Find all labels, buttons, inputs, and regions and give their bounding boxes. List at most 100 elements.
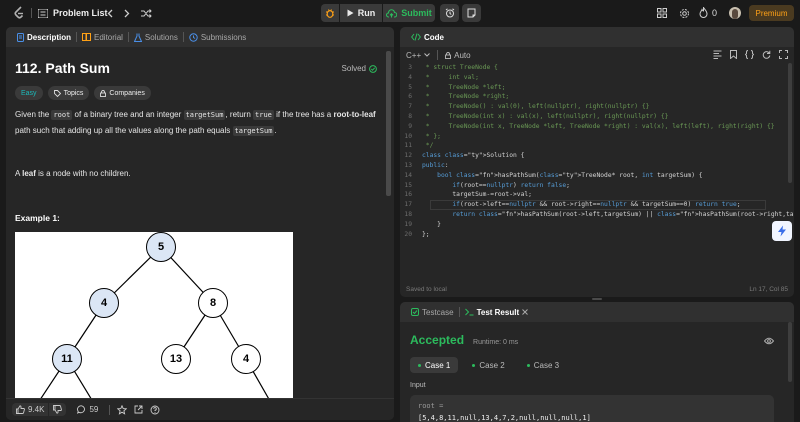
comments-button[interactable]: 59: [73, 403, 102, 416]
tab-solutions[interactable]: Solutions: [129, 33, 183, 42]
result-tabs: Testcase Test Result: [400, 302, 794, 322]
tab-code[interactable]: Code: [406, 33, 449, 42]
problem-title: 112. Path Sum: [15, 60, 110, 76]
example-tree-image: 5 4 8 11 13 4 7 2 1: [15, 232, 293, 398]
terminal-icon: [464, 308, 474, 316]
example-heading: Example 1:: [15, 213, 60, 223]
layout-grid-icon[interactable]: [656, 7, 668, 19]
tree-node: 5: [146, 232, 176, 262]
code-line: 8 * TreeNode(int x) : val(x), left(nullp…: [400, 112, 794, 122]
line-number: 11: [404, 142, 412, 150]
like-count: 9.4K: [28, 405, 45, 414]
code-line: 9 * TreeNode(int x, TreeNode *left, Tree…: [400, 122, 794, 132]
leetcode-logo-icon[interactable]: [12, 6, 26, 20]
note-icon: [467, 8, 476, 18]
share-icon[interactable]: [134, 405, 143, 414]
fullscreen-icon[interactable]: [779, 50, 788, 59]
result-scrollbar[interactable]: [788, 322, 792, 382]
chevron-left-icon[interactable]: [104, 7, 116, 19]
statement-text: path such that adding up all the values …: [15, 126, 233, 135]
case-tab-2[interactable]: Case 2: [464, 357, 512, 373]
format-icon[interactable]: [713, 50, 722, 59]
tab-submissions[interactable]: Submissions: [184, 33, 251, 42]
code-scrollbar[interactable]: [788, 63, 792, 183]
eye-icon[interactable]: [764, 337, 774, 345]
avatar[interactable]: [729, 7, 741, 19]
close-icon[interactable]: [522, 309, 528, 315]
tab-solutions-label: Solutions: [144, 32, 178, 42]
statement-text: if the tree has a: [273, 110, 334, 119]
editor-tools: [713, 50, 788, 59]
tab-description[interactable]: Description: [12, 32, 76, 42]
code-line: 5 * TreeNode *left;: [400, 83, 794, 93]
code-text: */: [422, 142, 434, 150]
pass-dot: [526, 363, 530, 367]
panel-resize-handle[interactable]: [592, 298, 602, 300]
code-brackets-icon: [411, 33, 421, 41]
tab-editorial-label: Editorial: [94, 32, 123, 42]
like-button[interactable]: 9.4K: [12, 403, 49, 416]
description-footer: 9.4K 59: [6, 398, 394, 420]
case-tab-label: Case 1: [425, 360, 451, 370]
chevron-right-icon[interactable]: [121, 7, 133, 19]
code-header: Code: [400, 27, 794, 47]
description-scrollbar[interactable]: [386, 51, 391, 196]
auto-mode-toggle[interactable]: Auto: [445, 51, 471, 60]
problem-statement: Given the root of a binary tree and an i…: [15, 107, 377, 139]
input-var-value: [5,4,8,11,null,13,4,7,2,null,null,null,1…: [418, 414, 591, 422]
inline-code: targetSum: [232, 126, 275, 136]
gear-icon[interactable]: [678, 7, 690, 19]
saved-status: Saved to local: [406, 285, 447, 293]
alarm-clock-icon: [445, 8, 454, 18]
pass-dot: [472, 363, 476, 367]
language-select[interactable]: C++: [406, 51, 430, 60]
problem-list-icon[interactable]: [37, 7, 49, 19]
assistant-fab[interactable]: [772, 221, 792, 241]
input-box: root = [5,4,8,11,null,13,4,7,2,null,null…: [410, 395, 774, 422]
code-editor[interactable]: 3 * struct TreeNode {4 * int val; 5 * Tre…: [400, 63, 794, 271]
shuffle-icon[interactable]: [140, 7, 152, 19]
tab-editorial[interactable]: Editorial: [77, 33, 128, 42]
case-tab-label: Case 2: [479, 360, 505, 370]
run-button[interactable]: Run: [340, 4, 382, 22]
fire-icon: [699, 7, 708, 18]
lock-icon: [100, 89, 107, 97]
case-tab-1[interactable]: Case 1: [410, 357, 459, 373]
notes-button[interactable]: [462, 4, 481, 22]
code-line: 7 * TreeNode() : val(0), left(nullptr), …: [400, 102, 794, 112]
code-text: bool class="fn">hasPathSum(class="ty">Tr…: [437, 171, 703, 179]
submit-button[interactable]: Submit: [383, 4, 435, 22]
case-tab-3[interactable]: Case 3: [519, 357, 567, 373]
problem-list-link[interactable]: Problem List: [53, 8, 108, 18]
submit-label: Submit: [401, 8, 432, 18]
toolbar-divider: [437, 50, 439, 60]
tree-node: 8: [198, 288, 228, 318]
case-tabs: Case 1 Case 2 Case 3: [410, 357, 567, 373]
bookmark-icon[interactable]: [730, 50, 737, 59]
premium-button[interactable]: Premium: [749, 5, 794, 21]
line-number: 20: [404, 230, 412, 238]
tree-node: 13: [161, 344, 191, 374]
companies-label: Companies: [109, 89, 145, 97]
tree-node: 4: [89, 288, 119, 318]
curly-braces-icon[interactable]: [745, 50, 754, 59]
help-icon[interactable]: [150, 405, 160, 415]
streak-counter[interactable]: 0: [699, 7, 717, 18]
timer-button[interactable]: [440, 4, 459, 22]
dislike-button[interactable]: [49, 403, 67, 416]
line-number: 14: [404, 171, 412, 179]
tab-test-result[interactable]: Test Result: [460, 308, 534, 317]
tab-testcase[interactable]: Testcase: [406, 308, 459, 317]
history-icon: [189, 32, 198, 42]
reset-icon[interactable]: [762, 50, 771, 59]
star-icon[interactable]: [117, 404, 128, 415]
line-number: 5: [408, 83, 412, 91]
topics-button[interactable]: Topics: [47, 86, 90, 100]
debug-button[interactable]: [321, 4, 339, 22]
solved-badge: Solved: [342, 64, 377, 73]
line-number: 15: [404, 181, 412, 189]
language-label: C++: [406, 50, 422, 60]
line-number: 18: [404, 210, 412, 218]
companies-button[interactable]: Companies: [94, 86, 151, 100]
leaf-definition: A leaf is a node with no children.: [15, 169, 131, 178]
